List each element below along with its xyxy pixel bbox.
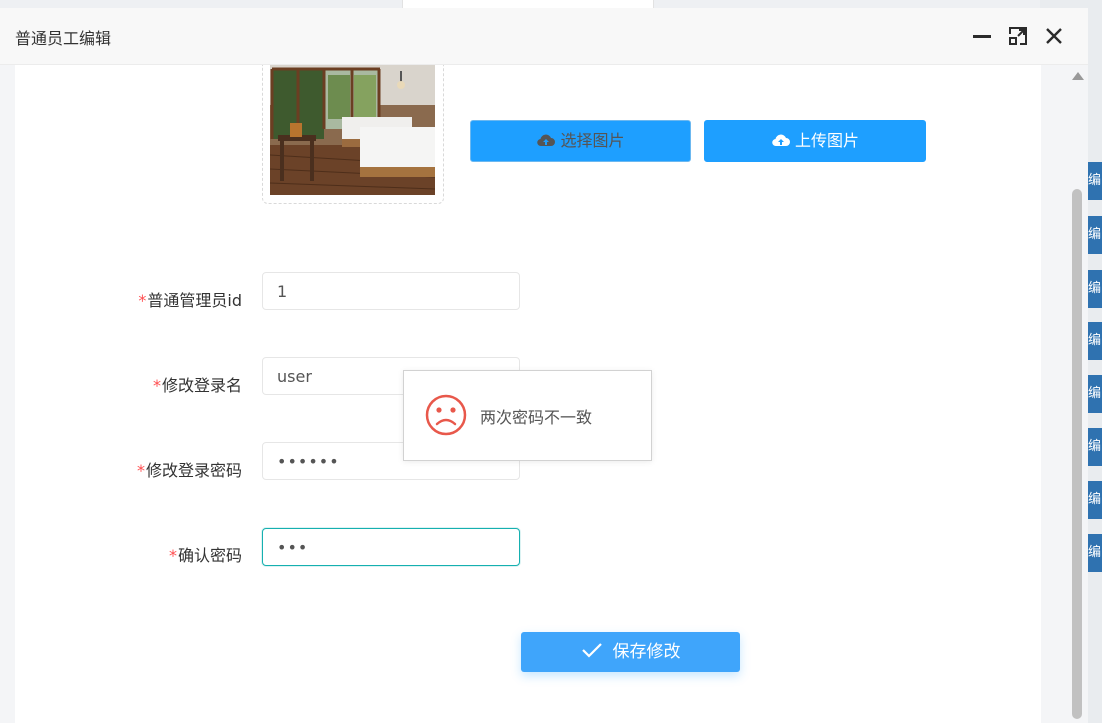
minimize-icon [973,35,991,38]
upload-image-label: 上传图片 [794,131,859,150]
cloud-upload-icon [772,134,790,146]
scroll-up-arrow-icon[interactable] [1072,72,1084,80]
maximize-icon [1009,27,1027,45]
login-password-label: *修改登录密码 [136,461,242,480]
background-row: 编 [1088,375,1102,413]
login-name-label: *修改登录名 [152,376,242,395]
admin-id-input[interactable] [262,272,520,310]
image-preview-box [262,65,444,204]
background-row: 编 [1088,162,1102,200]
background-row: 编 [1088,428,1102,466]
maximize-button[interactable] [1006,24,1030,48]
edit-dialog: 普通员工编辑 选择图片 上传图片 *普通管理员id 1 *修改登录名 user … [0,8,1088,723]
required-mark: * [136,461,145,480]
background-row: 编 [1088,216,1102,254]
upload-image-button[interactable]: 上传图片 [704,120,926,162]
close-button[interactable] [1042,24,1066,48]
background-row: 编 [1088,322,1102,360]
minimize-button[interactable] [970,24,994,48]
scroll-thumb[interactable] [1072,189,1082,719]
required-mark: * [168,546,177,565]
background-row: 编 [1088,270,1102,308]
save-button[interactable]: 保存修改 [521,632,740,672]
error-toast: 两次密码不一致 [403,370,652,461]
room-image [270,65,435,195]
save-label: 保存修改 [612,642,681,662]
cloud-upload-icon [537,134,556,146]
dialog-header[interactable]: 普通员工编辑 [0,8,1088,65]
close-icon [1046,28,1062,44]
check-icon [581,643,602,658]
background-row: 编 [1088,534,1102,572]
required-mark: * [152,376,161,395]
confirm-password-input[interactable] [262,528,520,566]
select-image-button[interactable]: 选择图片 [470,120,691,162]
required-mark: * [138,291,147,310]
dialog-title: 普通员工编辑 [15,29,112,48]
toast-message: 两次密码不一致 [480,408,593,427]
admin-id-label: *普通管理员id [138,291,242,310]
sad-face-icon [425,394,467,436]
scrollbar[interactable] [1070,64,1084,723]
select-image-label: 选择图片 [560,131,625,150]
confirm-password-label: *确认密码 [168,546,242,565]
background-row: 编 [1088,481,1102,519]
